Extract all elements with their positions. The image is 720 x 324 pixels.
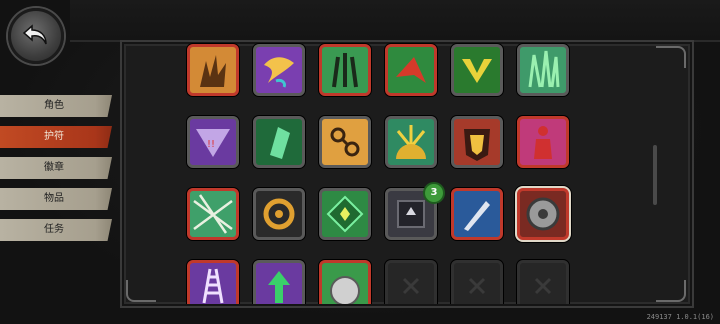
helmet-icon: [464, 129, 490, 161]
arrows-icon: [332, 53, 358, 88]
warning-triangles-icon: !!: [196, 129, 230, 157]
up-arrow-icon: [268, 271, 290, 303]
sidebar-item-items[interactable]: 物品: [0, 188, 112, 210]
crystal-spikes-icon: [528, 50, 560, 88]
sidebar-item-quests[interactable]: 任务: [0, 219, 112, 241]
amulet-slot[interactable]: [385, 44, 437, 96]
coin-icon: [330, 276, 360, 304]
amulet-slot[interactable]: [253, 44, 305, 96]
ladder-icon: [202, 268, 224, 304]
amulet-slot[interactable]: !!: [187, 116, 239, 168]
sidebar-item-label: 任务: [44, 224, 64, 235]
shield-rosette-icon: [526, 197, 560, 231]
sidebar-item-label: 徽章: [44, 162, 64, 173]
red-arrow-icon: [396, 57, 426, 83]
amulet-slot[interactable]: [517, 188, 569, 240]
back-button[interactable]: [8, 8, 64, 64]
sidebar-item-label: 护符: [44, 131, 64, 142]
top-bar: [70, 0, 720, 42]
sidebar-item-badge[interactable]: 徽章: [0, 157, 112, 179]
empty-slot: [385, 260, 437, 304]
corner-ornament-top-right: [656, 46, 686, 68]
amulet-slot[interactable]: [253, 260, 305, 304]
mask-ribbon-icon: [264, 57, 294, 88]
amulet-slot[interactable]: [385, 116, 437, 168]
dagger-icon: [464, 201, 490, 231]
crossed-lines-icon: [193, 194, 233, 234]
amulet-slot[interactable]: [253, 188, 305, 240]
amulet-slot[interactable]: [187, 44, 239, 96]
sidebar-item-label: 物品: [44, 193, 64, 204]
amulet-slot[interactable]: [187, 260, 239, 304]
amulet-slot[interactable]: [319, 188, 371, 240]
svg-text:!!: !!: [207, 139, 215, 150]
count-badge: 3: [423, 182, 445, 204]
amulet-slot[interactable]: [319, 260, 371, 304]
diamond-icon: [326, 195, 364, 233]
amulet-slot[interactable]: [517, 116, 569, 168]
amulet-slot[interactable]: [451, 116, 503, 168]
amulet-slot[interactable]: [187, 188, 239, 240]
close-icon: [402, 277, 420, 295]
amulet-slot[interactable]: [451, 188, 503, 240]
sunburst-icon: [396, 125, 426, 159]
corner-ornament-bottom-right: [656, 280, 686, 302]
amulet-slot[interactable]: [253, 116, 305, 168]
sidebar: 角色 护符 徽章 物品 任务: [0, 95, 120, 250]
sidebar-item-amulet[interactable]: 护符: [0, 126, 112, 148]
empty-slot: [517, 260, 569, 304]
amulet-slot[interactable]: [517, 44, 569, 96]
undo-arrow-icon: [22, 24, 47, 45]
sidebar-item-label: 角色: [44, 100, 64, 111]
shards-icon: [200, 55, 226, 87]
close-icon: [534, 277, 552, 295]
amulet-slot[interactable]: [451, 44, 503, 96]
yellow-v-icon: [462, 59, 492, 83]
empty-slot: [451, 260, 503, 304]
scrollbar[interactable]: [653, 145, 657, 205]
corner-ornament-bottom-left: [126, 280, 156, 302]
red-figure-icon: [534, 126, 552, 159]
amulet-slot[interactable]: [319, 116, 371, 168]
amulet-grid: !! 3: [185, 42, 585, 304]
gear-icon: [263, 198, 295, 230]
amulet-slot[interactable]: [319, 44, 371, 96]
sidebar-item-character[interactable]: 角色: [0, 95, 112, 117]
close-icon: [468, 277, 486, 295]
green-shard-icon: [270, 127, 290, 159]
chain-links-icon: [330, 127, 360, 157]
version-label: 249137 1.0.1(16): [646, 313, 714, 321]
